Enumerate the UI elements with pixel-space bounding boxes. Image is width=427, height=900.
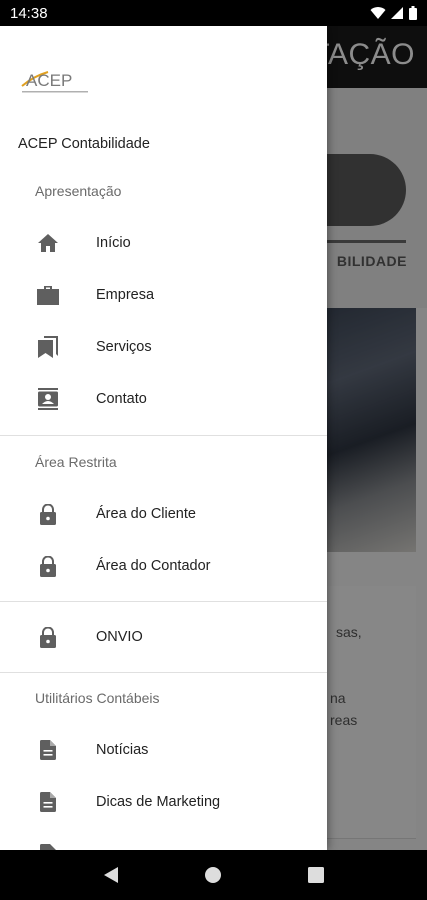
back-triangle-icon (104, 867, 119, 883)
acep-logo: ACEP (20, 64, 92, 103)
document-icon (37, 843, 59, 850)
home-icon (37, 232, 59, 254)
document-icon (37, 739, 59, 761)
briefcase-icon (37, 284, 59, 306)
home-circle-icon (205, 867, 222, 883)
lock-icon (37, 555, 59, 577)
navigation-drawer: ACEP ACEP Contabilidade Apresentação Iní… (0, 26, 327, 850)
menu-item-label: Empresa (96, 287, 155, 303)
section-header-utilitarios-contabeis: Utilitários Contábeis (35, 690, 160, 706)
divider (0, 601, 327, 602)
divider (0, 435, 327, 436)
contact-card-icon (37, 388, 59, 410)
section-header-apresentacao: Apresentação (35, 183, 122, 199)
company-name: ACEP Contabilidade (18, 136, 150, 152)
recents-button[interactable] (301, 860, 331, 890)
recents-square-icon (307, 867, 324, 883)
menu-item-servicos[interactable]: Serviços (0, 321, 327, 373)
menu-item-area-do-cliente[interactable]: Área do Cliente (0, 488, 327, 540)
menu-item-onvio[interactable]: ONVIO (0, 611, 327, 663)
menu-item-empresa[interactable]: Empresa (0, 269, 327, 321)
status-bar: 14:38 (0, 0, 427, 26)
menu-item-label: Dicas de Marketing (96, 794, 221, 810)
divider (0, 672, 327, 673)
menu-item-area-do-contador[interactable]: Área do Contador (0, 540, 327, 592)
wifi-icon (370, 7, 386, 20)
menu-item-noticias[interactable]: Notícias (0, 724, 327, 776)
menu-item-label: Área do Contador (96, 558, 211, 574)
menu-item-label: Início (96, 235, 131, 251)
status-icons (370, 6, 417, 20)
section-header-area-restrita: Área Restrita (35, 454, 117, 470)
logo-text: ACEP (26, 71, 72, 90)
signal-icon (391, 7, 403, 19)
lock-icon (37, 626, 59, 648)
battery-icon (409, 6, 417, 20)
menu-item-label: ONVIO (96, 629, 143, 645)
status-time: 14:38 (10, 4, 48, 22)
back-button[interactable] (96, 860, 126, 890)
menu-item-label: Serviços (96, 339, 152, 355)
bookmarks-icon (37, 336, 59, 358)
menu-item-dicas-de-marketing[interactable]: Dicas de Marketing (0, 776, 327, 828)
lock-icon (37, 503, 59, 525)
menu-item-contato[interactable]: Contato (0, 373, 327, 425)
system-navigation-bar (0, 850, 427, 900)
menu-item-label: Notícias (96, 742, 149, 758)
menu-item-inicio[interactable]: Início (0, 217, 327, 269)
menu-item-label: Contato (96, 391, 147, 407)
home-button[interactable] (198, 860, 228, 890)
menu-item-partial[interactable] (0, 828, 327, 850)
menu-item-label: Área do Cliente (96, 506, 196, 522)
document-icon (37, 791, 59, 813)
